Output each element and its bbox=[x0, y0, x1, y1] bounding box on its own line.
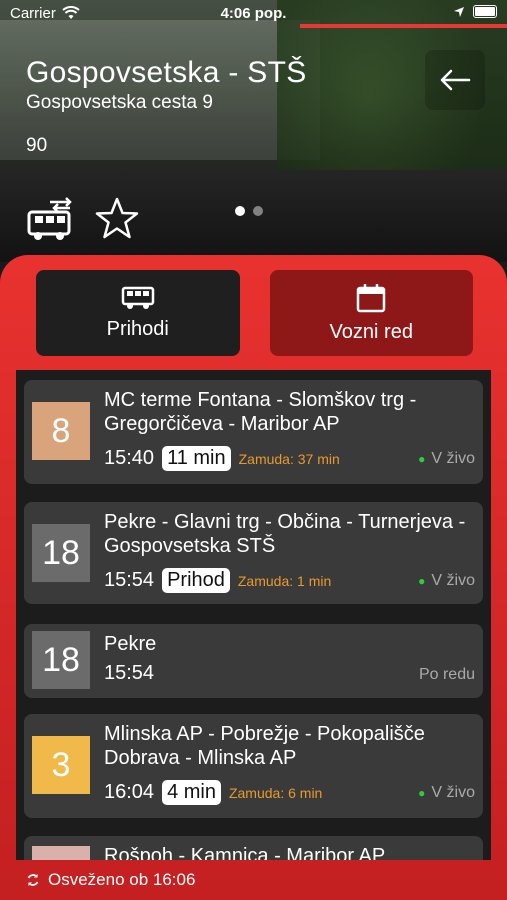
delay-text: Zamuda: 37 min bbox=[238, 450, 340, 467]
live-indicator: ● V živo bbox=[418, 784, 475, 801]
refresh-footer[interactable]: Osveženo ob 16:06 bbox=[0, 860, 507, 900]
delay-text: Zamuda: 1 min bbox=[237, 572, 332, 589]
list-item[interactable]: 18 Pekre 15:54 Po redu bbox=[24, 624, 483, 698]
line-badge: 8 bbox=[32, 402, 90, 460]
tab-vozni-red[interactable]: Vozni red bbox=[269, 270, 473, 356]
star-icon[interactable] bbox=[94, 196, 140, 242]
route-name: MC terme Fontana - Slomškov trg - Gregor… bbox=[104, 389, 417, 435]
tab-label: Vozni red bbox=[329, 320, 413, 343]
route-name: Rošpoh - Kamnica - Maribor AP bbox=[104, 845, 386, 860]
departure-time: 15:40 bbox=[104, 447, 155, 469]
page-dot-active bbox=[235, 206, 245, 216]
route-name: Mlinska AP - Pobrežje - Pokopališče Dobr… bbox=[104, 723, 425, 769]
delay-text: Zamuda: 6 min bbox=[228, 784, 323, 801]
clock: 4:06 pop. bbox=[220, 5, 287, 22]
eta-pill: 4 min bbox=[162, 780, 221, 805]
calendar-icon bbox=[357, 283, 386, 312]
eta-pill: 11 min bbox=[162, 446, 231, 471]
line-badge: 18 bbox=[32, 631, 90, 689]
line-badge: 18 bbox=[32, 524, 90, 582]
arrivals-list[interactable]: 8 MC terme Fontana - Slomškov trg - Greg… bbox=[16, 370, 491, 860]
live-indicator: ● V živo bbox=[418, 572, 475, 589]
status-accent-line bbox=[300, 24, 507, 28]
list-item[interactable]: 8 MC terme Fontana - Slomškov trg - Greg… bbox=[24, 380, 483, 484]
tab-label: Prihodi bbox=[106, 317, 169, 340]
battery-icon bbox=[473, 5, 497, 18]
live-indicator: ● V živo bbox=[418, 450, 475, 467]
refreshed-time: Osveženo ob 16:06 bbox=[48, 870, 196, 889]
bus-icon bbox=[121, 286, 154, 309]
line-badge bbox=[32, 846, 90, 860]
stop-name: Gospovsetska - STŠ bbox=[26, 56, 307, 89]
schedule-status: Po redu bbox=[418, 666, 475, 683]
list-item[interactable]: Rošpoh - Kamnica - Maribor AP bbox=[24, 836, 483, 860]
location-arrow-icon bbox=[454, 6, 464, 17]
stop-address: Gospovsetska cesta 9 bbox=[26, 92, 213, 113]
refresh-icon bbox=[27, 874, 39, 886]
departure-time: 15:54 bbox=[104, 569, 155, 591]
page-indicator[interactable] bbox=[235, 206, 263, 216]
route-name: Pekre bbox=[104, 633, 157, 655]
tab-bar: Prihodi Vozni red bbox=[36, 270, 473, 356]
list-item[interactable]: 3 Mlinska AP - Pobrežje - Pokopališče Do… bbox=[24, 714, 483, 818]
bus-change-icon[interactable] bbox=[26, 196, 76, 242]
departure-time: 16:04 bbox=[104, 781, 155, 803]
route-name: Pekre - Glavni trg - Občina - Turnerjeva… bbox=[104, 511, 466, 557]
back-button[interactable] bbox=[425, 50, 485, 110]
tab-prihodi[interactable]: Prihodi bbox=[36, 270, 240, 356]
arrow-left-icon bbox=[440, 69, 471, 91]
page-dot bbox=[253, 206, 263, 216]
eta-pill: Prihod bbox=[162, 568, 230, 593]
line-badge: 3 bbox=[32, 736, 90, 794]
departure-time: 15:54 bbox=[104, 662, 155, 684]
stop-number: 90 bbox=[26, 135, 48, 156]
list-item[interactable]: 18 Pekre - Glavni trg - Občina - Turnerj… bbox=[24, 502, 483, 604]
